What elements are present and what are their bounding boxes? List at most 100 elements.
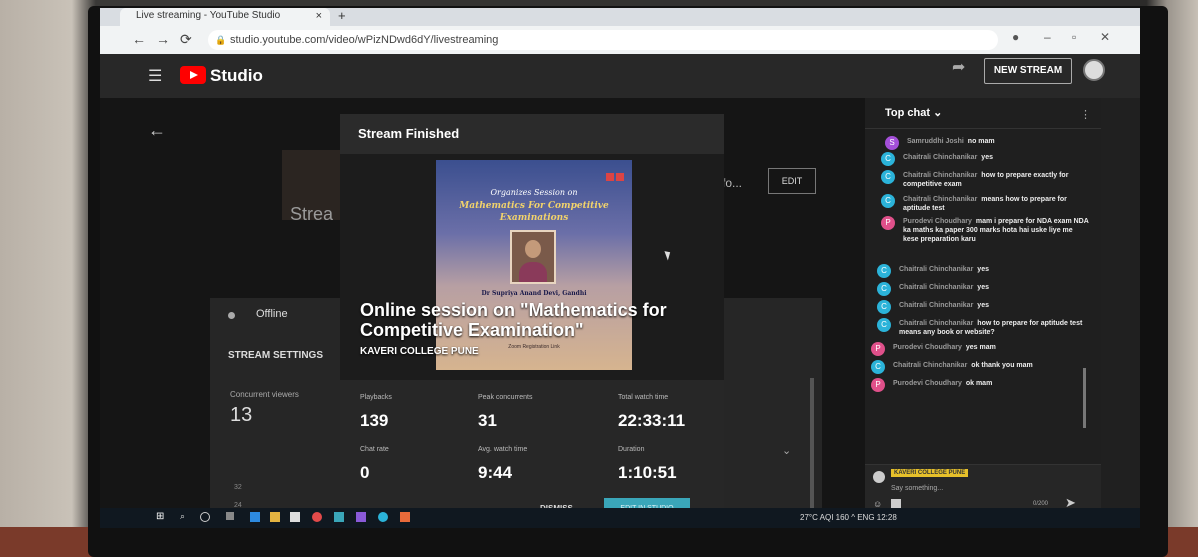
profile-icon[interactable]: ● — [1012, 30, 1019, 44]
stat-value: 139 — [360, 411, 389, 430]
stat-label: Peak concurrents — [478, 394, 533, 401]
super-chat-icon[interactable] — [891, 499, 901, 508]
chat-author: Chaitrali Chinchanikar — [899, 284, 974, 291]
chevron-down-icon[interactable]: ⌄ — [782, 444, 791, 457]
youtube-logo-icon[interactable] — [180, 66, 206, 84]
stat-label: Playbacks — [360, 394, 392, 401]
task-view-icon[interactable] — [226, 512, 234, 520]
session-title: Online session on "Mathematics for Compe… — [360, 300, 667, 340]
reload-icon[interactable]: ⟳ — [180, 31, 192, 48]
stat-value: 0 — [360, 463, 370, 482]
chat-avatar: P — [871, 378, 885, 392]
chat-text: yes mam — [965, 344, 996, 351]
edge-icon[interactable] — [250, 512, 260, 522]
chat-author: Chaitrali Chinchanikar — [899, 302, 974, 309]
maximize-icon[interactable]: ▫ — [1072, 30, 1076, 44]
explorer-icon[interactable] — [270, 512, 280, 522]
vs-icon[interactable] — [356, 512, 366, 522]
windows-taskbar: ⊞ ⌕ 27°C AQI 160 ^ ENG 12:28 — [100, 508, 1140, 528]
new-stream-button[interactable]: NEW STREAM — [984, 58, 1072, 84]
chat-avatar: C — [871, 360, 885, 374]
stats-panel: Playbacks 139 Peak concurrents 31 Total … — [340, 380, 724, 490]
thumbnail-logos — [606, 168, 628, 181]
thumbnail-headline: Mathematics For Competitive Examinations — [459, 201, 609, 223]
chat-message-text: Purodevi Choudhary ok mam — [893, 379, 1079, 388]
system-tray: 27°C AQI 160 ^ ENG 12:28 — [800, 513, 897, 522]
status-dot-icon — [228, 312, 235, 319]
stat-value: 22:33:11 — [618, 411, 686, 430]
stat-playbacks: Playbacks 139 — [360, 394, 392, 431]
stat-label: Chat rate — [360, 446, 389, 453]
chat-text: yes — [977, 266, 989, 273]
y-tick: 32 — [234, 484, 242, 491]
chat-text: yes — [977, 284, 989, 291]
chat-avatar: C — [881, 152, 895, 166]
top-chat-label: Top chat — [885, 107, 931, 119]
dialog-title: Stream Finished — [358, 126, 460, 141]
share-icon[interactable]: ➦ — [952, 57, 965, 77]
search-icon[interactable]: ⌕ — [180, 511, 190, 521]
chat-message-text: Chaitrali Chinchanikar yes — [899, 265, 1085, 274]
chat-text: yes — [977, 302, 989, 309]
tab-title: Live streaming - YouTube Studio — [136, 10, 281, 21]
chat-avatar: P — [881, 216, 895, 230]
stat-duration: Duration 1:10:51 — [618, 446, 677, 483]
app-icon[interactable] — [334, 512, 344, 522]
stream-settings-tab[interactable]: STREAM SETTINGS — [228, 350, 323, 361]
chat-author: Chaitrali Chinchanikar — [903, 196, 978, 203]
tab-close-icon[interactable]: × — [316, 8, 322, 24]
thumbnail-org-text: Organizes Session on — [490, 188, 578, 197]
address-bar-row: ← → ⟳ 🔒 studio.youtube.com/video/wPizNDw… — [100, 26, 1140, 54]
windows-start-icon[interactable]: ⊞ — [156, 511, 166, 522]
chat-message-text: Chaitrali Chinchanikar yes — [899, 301, 1085, 310]
chat-avatar: C — [881, 194, 895, 208]
browser-tab-bar: Live streaming - YouTube Studio × + — [100, 8, 1140, 26]
close-window-icon[interactable]: ✕ — [1100, 30, 1110, 44]
app-icon[interactable] — [378, 512, 388, 522]
chat-message-text: Chaitrali Chinchanikar how to prepare for… — [899, 319, 1085, 337]
chat-scrollbar[interactable] — [1083, 368, 1086, 428]
chat-text: no mam — [967, 138, 995, 145]
top-chat-dropdown[interactable]: Top chat ⌄ — [885, 106, 942, 119]
new-tab-button[interactable]: + — [338, 8, 346, 24]
edit-button[interactable]: EDIT — [768, 168, 816, 194]
chat-message-text: Purodevi Choudhary mam i prepare for NDA … — [903, 217, 1089, 244]
mouse-cursor-icon — [664, 249, 673, 261]
chat-message-text: Chaitrali Chinchanikar yes — [899, 283, 1085, 292]
stat-value: 1:10:51 — [618, 463, 677, 482]
menu-icon[interactable]: ☰ — [148, 66, 162, 86]
back-arrow-icon[interactable]: ← — [148, 120, 166, 141]
forward-icon[interactable]: → — [156, 31, 170, 47]
minimize-icon[interactable]: – — [1044, 30, 1051, 44]
scrollbar[interactable] — [810, 378, 814, 508]
browser-tab[interactable]: Live streaming - YouTube Studio × — [120, 8, 330, 26]
account-avatar[interactable] — [1083, 59, 1105, 81]
back-icon[interactable]: ← — [132, 31, 146, 47]
chat-message-text: Chaitrali Chinchanikar means how to prepa… — [903, 195, 1089, 213]
chat-author: Chaitrali Chinchanikar — [903, 154, 978, 161]
stat-avg-watch-time: Avg. watch time 9:44 — [478, 446, 527, 483]
chrome-icon[interactable] — [312, 512, 322, 522]
url-input[interactable]: 🔒 studio.youtube.com/video/wPizNDwd6dY/l… — [208, 30, 998, 50]
background-stream-text: Strea — [290, 204, 334, 224]
chat-input-area: KAVERI COLLEGE PUNE Say something... ☺ 0… — [865, 464, 1101, 510]
chat-author: Chaitrali Chinchanikar — [899, 320, 974, 327]
channel-name: KAVERI COLLEGE PUNE — [360, 346, 479, 357]
chat-author: Chaitrali Chinchanikar — [899, 266, 974, 273]
chat-author: Purodevi Choudhary — [893, 380, 962, 387]
chat-message-text: Chaitrali Chinchanikar how to prepare exa… — [903, 171, 1089, 189]
dialog-header: Stream Finished — [340, 114, 724, 154]
chat-text: yes — [981, 154, 993, 161]
chat-input[interactable]: Say something... — [891, 485, 943, 492]
store-icon[interactable] — [290, 512, 300, 522]
concurrent-viewers-label: Concurrent viewers — [230, 390, 299, 399]
chat-message-text: Chaitrali Chinchanikar yes — [903, 153, 1089, 162]
cortana-icon[interactable] — [200, 512, 210, 522]
chat-author: Purodevi Choudhary — [893, 344, 962, 351]
stat-label: Duration — [618, 446, 645, 453]
chat-message-text: Samruddhi Joshi no mam — [907, 137, 1093, 146]
thumbnail-speaker: Dr Supriya Anand Devi, Gandhi — [481, 290, 587, 297]
app-icon[interactable] — [400, 512, 410, 522]
more-options-icon[interactable]: ⋮ — [1080, 108, 1091, 121]
chat-header: Top chat ⌄ ⋮ — [865, 98, 1101, 129]
